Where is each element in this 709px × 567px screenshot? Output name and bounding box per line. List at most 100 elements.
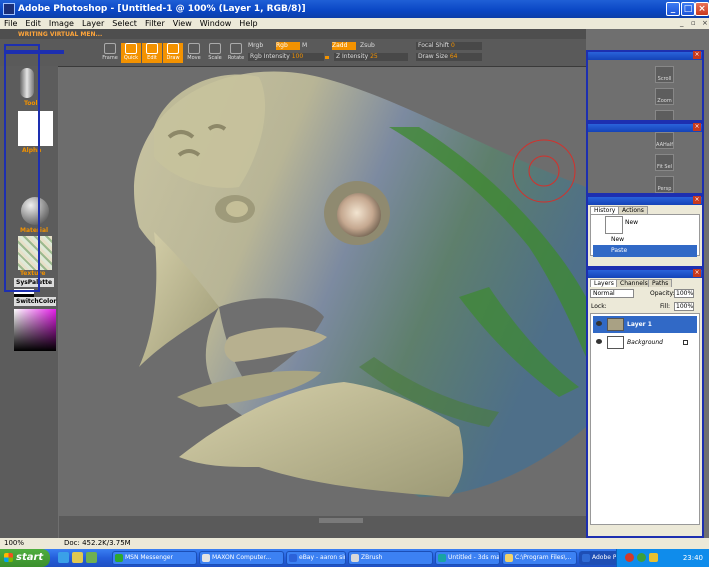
menu-image[interactable]: Image	[45, 18, 78, 29]
palette-frame-middle: ×	[586, 122, 704, 195]
tool-move-button[interactable]: Move	[184, 43, 204, 63]
lock-label: Lock:	[591, 303, 607, 310]
doc-minimize-icon[interactable]: _	[676, 19, 684, 27]
tab-channels[interactable]: Channels	[616, 279, 652, 287]
tab-layers[interactable]: Layers	[590, 279, 618, 287]
move-icon	[188, 43, 200, 54]
tab-actions[interactable]: Actions	[618, 206, 648, 214]
history-palette: × History Actions New New Paste	[586, 195, 704, 268]
quicklaunch-ie-icon[interactable]	[58, 552, 69, 563]
menu-layer[interactable]: Layer	[78, 18, 108, 29]
canvas-scroll-handle[interactable]	[319, 518, 363, 523]
tool-draw-button[interactable]: Draw	[163, 43, 183, 63]
history-item-paste[interactable]: Paste	[593, 245, 697, 257]
layer-thumbnail	[607, 318, 624, 331]
windows-taskbar: start MSN Messenger MAXON Computer... eB…	[0, 549, 709, 567]
rgb-intensity-slider[interactable]: Rgb Intensity 100	[248, 53, 324, 61]
task-maxon[interactable]: MAXON Computer...	[199, 551, 284, 565]
opacity-label: Opacity:	[650, 290, 675, 297]
task-3ds-max[interactable]: Untitled - 3ds ma...	[435, 551, 500, 565]
minimize-button[interactable]: _	[666, 2, 680, 16]
color-picker[interactable]	[14, 309, 56, 351]
snapshot-label[interactable]: New	[625, 219, 638, 226]
start-button[interactable]: start	[0, 549, 50, 567]
visibility-eye-icon[interactable]	[596, 339, 602, 344]
clock: 23:40	[682, 554, 703, 562]
task-ebay[interactable]: eBay - aaron sims...	[286, 551, 346, 565]
palette-close-icon[interactable]: ×	[693, 51, 701, 59]
mrgb-toggle[interactable]: Mrgb	[248, 42, 274, 50]
tray-app-icon[interactable]	[625, 553, 634, 562]
layer-row-background[interactable]: Background	[593, 334, 697, 351]
task-msn-messenger[interactable]: MSN Messenger	[112, 551, 197, 565]
menu-filter[interactable]: Filter	[141, 18, 169, 29]
close-button[interactable]: ×	[695, 2, 709, 16]
lock-icon	[683, 340, 688, 345]
z-intensity-slider[interactable]: Z Intensity 25	[334, 53, 408, 61]
tool-scale-button[interactable]: Scale	[205, 43, 225, 63]
palette-drag-bar	[4, 50, 64, 54]
quicklaunch-app-icon[interactable]	[86, 552, 97, 563]
frame-icon	[104, 43, 116, 54]
document-canvas[interactable]	[59, 67, 586, 516]
task-zbrush[interactable]: ZBrush	[348, 551, 433, 565]
window-titlebar: Adobe Photoshop - [Untitled-1 @ 100% (La…	[0, 0, 709, 18]
blend-mode-select[interactable]: Normal	[590, 289, 634, 298]
zadd-toggle[interactable]: Zadd	[332, 42, 356, 50]
menu-help[interactable]: Help	[235, 18, 261, 29]
tray-volume-icon[interactable]	[649, 553, 658, 562]
layers-titlebar[interactable]	[588, 270, 702, 278]
history-list: New New Paste	[590, 214, 700, 257]
tray-messenger-icon[interactable]	[637, 553, 646, 562]
m-toggle[interactable]: M	[302, 42, 316, 50]
rotate-icon	[230, 43, 242, 54]
quick-icon	[125, 43, 137, 54]
visibility-eye-icon[interactable]	[596, 321, 602, 326]
virtual-menu-label: WRITING VIRTUAL MEN...	[18, 31, 103, 38]
menu-edit[interactable]: Edit	[21, 18, 45, 29]
tool-rotate-button[interactable]: Rotate	[226, 43, 246, 63]
scale-icon	[209, 43, 221, 54]
doc-restore-icon[interactable]: ▫	[687, 19, 696, 27]
palette-titlebar[interactable]	[588, 124, 702, 132]
palette-close-icon[interactable]: ×	[693, 123, 701, 131]
draw-size-slider[interactable]: Draw Size 64	[416, 53, 482, 61]
fill-label: Fill:	[660, 303, 671, 310]
menu-file[interactable]: File	[0, 18, 21, 29]
tab-history[interactable]: History	[590, 206, 620, 214]
tool-frame-button[interactable]: Frame	[100, 43, 120, 63]
task-explorer[interactable]: C:\Program Files\...	[502, 551, 577, 565]
palette-frame-top: ×	[586, 50, 704, 122]
layer-thumbnail	[607, 336, 624, 349]
layers-palette: × Layers Channels Paths Normal Opacity: …	[586, 268, 704, 538]
switchcolor-button[interactable]: SwitchColor	[14, 297, 56, 306]
tool-quick-button[interactable]: Quick	[121, 43, 141, 63]
menu-view[interactable]: View	[169, 18, 196, 29]
zbrush-top-shelf: WRITING VIRTUAL MEN... Frame Quick Edit …	[0, 29, 586, 67]
menu-window[interactable]: Window	[196, 18, 236, 29]
maximize-button[interactable]: □	[681, 2, 695, 16]
quicklaunch-desktop-icon[interactable]	[72, 552, 83, 563]
layers-footer-icons	[590, 526, 700, 536]
status-bar: 100% Doc: 452.2K/3.75M	[0, 538, 709, 549]
doc-close-icon[interactable]: ×	[698, 19, 708, 27]
fill-input[interactable]: 100%	[674, 302, 694, 311]
layer-row-layer1[interactable]: Layer 1	[593, 316, 697, 333]
rgb-intensity-marker	[325, 56, 329, 59]
history-close-icon[interactable]: ×	[693, 196, 701, 204]
rgb-toggle[interactable]: Rgb	[276, 42, 300, 50]
layers-close-icon[interactable]: ×	[693, 269, 701, 277]
menu-select[interactable]: Select	[108, 18, 141, 29]
tab-paths[interactable]: Paths	[648, 279, 673, 287]
snapshot-thumbnail[interactable]	[605, 216, 623, 234]
window-title: Adobe Photoshop - [Untitled-1 @ 100% (La…	[18, 4, 306, 14]
opacity-input[interactable]: 100%	[674, 289, 694, 298]
menu-bar: File Edit Image Layer Select Filter View Window…	[0, 18, 709, 29]
tool-edit-button[interactable]: Edit	[142, 43, 162, 63]
history-titlebar[interactable]	[588, 197, 702, 205]
zoom-level[interactable]: 100%	[4, 538, 24, 549]
palette-outline	[4, 44, 40, 292]
palette-titlebar[interactable]	[588, 52, 702, 60]
zsub-toggle[interactable]: Zsub	[360, 42, 384, 50]
focal-shift-slider[interactable]: Focal Shift 0	[416, 42, 482, 50]
